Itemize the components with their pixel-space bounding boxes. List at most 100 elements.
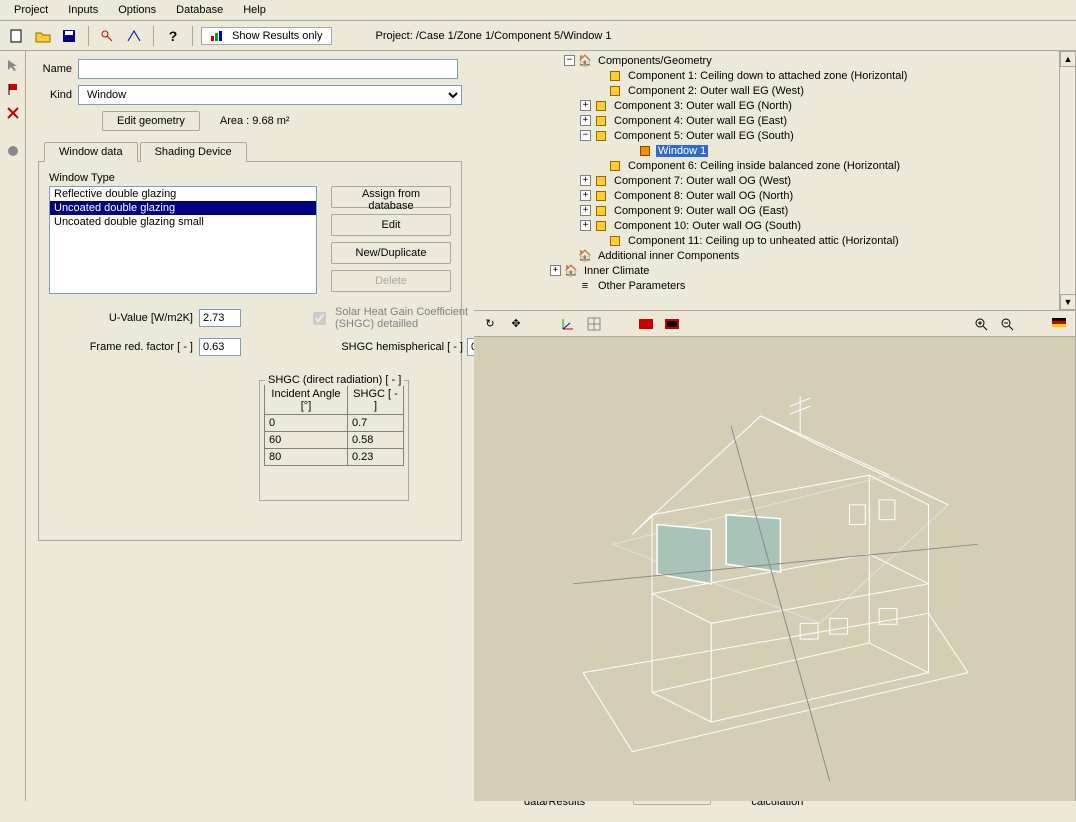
tree-c8[interactable]: Component 8: Outer wall OG (North) [612,190,795,202]
frame-input[interactable] [199,338,241,356]
window-type-list[interactable]: Reflective double glazingUncoated double… [49,186,317,294]
house-icon: 🏠 [578,55,592,67]
tree-c1[interactable]: Component 1: Ceiling down to attached zo… [626,70,909,82]
3d-viewer[interactable] [474,337,1075,801]
shgc-detailed-checkbox[interactable] [313,312,326,325]
window-type-item[interactable]: Uncoated double glazing [50,201,316,215]
lt-select-icon[interactable] [3,55,23,75]
palette-icon[interactable] [1049,315,1069,333]
house-icon: 🏠 [578,250,592,262]
table-row[interactable]: 600.58 [265,432,404,449]
shgc-th-value: SHGC [ - ] [347,386,403,415]
menu-bar: Project Inputs Options Database Help [0,0,1076,21]
uvalue-label: U-Value [W/m2K] [49,312,199,324]
table-row[interactable]: 00.7 [265,415,404,432]
tree-clim[interactable]: Inner Climate [582,265,651,277]
component-icon [594,205,608,217]
shgc-table-title: SHGC (direct radiation) [ - ] [265,374,404,386]
expander-icon[interactable]: − [580,130,591,141]
component-icon [608,70,622,82]
shgc-table[interactable]: Incident Angle [°] SHGC [ - ] 00.7600.58… [264,385,404,466]
uvalue-input[interactable] [199,309,241,327]
window-type-item[interactable]: Uncoated double glazing small [50,215,316,229]
scroll-up-icon[interactable]: ▲ [1060,51,1076,67]
new-file-icon[interactable] [6,26,28,46]
viewer-toolbar: ↻ ✥ [474,311,1075,337]
tree-c4[interactable]: Component 4: Outer wall EG (East) [612,115,789,127]
tree-add[interactable]: Additional inner Components [596,250,741,262]
expander-icon[interactable]: + [550,265,561,276]
menu-help[interactable]: Help [233,2,276,18]
expander-icon[interactable]: + [580,190,591,201]
tab-shading-device[interactable]: Shading Device [140,142,247,162]
table-row[interactable]: 800.23 [265,449,404,466]
tree-other[interactable]: Other Parameters [596,280,687,292]
zoom-out-icon[interactable] [997,315,1017,333]
table-cell: 0.7 [347,415,403,432]
fill-red-icon[interactable] [636,315,656,333]
lt-cross-icon[interactable] [3,103,23,123]
menu-inputs[interactable]: Inputs [58,2,108,18]
lt-flag-icon[interactable] [3,79,23,99]
window-data-tabpage: Window Type Reflective double glazingUnc… [38,161,462,541]
table-cell: 0.58 [347,432,403,449]
expander-icon[interactable]: − [564,55,575,66]
house-icon: 🏠 [564,265,578,277]
save-icon[interactable] [58,26,80,46]
tree-c7[interactable]: Component 7: Outer wall OG (West) [612,175,793,187]
fill-monitor-icon[interactable] [662,315,682,333]
tree-c10[interactable]: Component 10: Outer wall OG (South) [612,220,803,232]
rotate-icon[interactable]: ↻ [480,315,500,333]
move-icon[interactable]: ✥ [506,315,526,333]
edit-button[interactable]: Edit [331,214,451,236]
menu-project[interactable]: Project [4,2,58,18]
expander-icon[interactable]: + [580,220,591,231]
project-path-label: Project: /Case 1/Zone 1/Component 5/Wind… [376,30,612,42]
menu-database[interactable]: Database [166,2,233,18]
axes-icon[interactable] [558,315,578,333]
tree-c5[interactable]: Component 5: Outer wall EG (South) [612,130,796,142]
expander-icon[interactable]: + [580,175,591,186]
edit-geometry-button[interactable]: Edit geometry [102,111,200,131]
help-icon[interactable]: ? [162,26,184,46]
tree-c11[interactable]: Component 11: Ceiling up to unheated att… [626,235,901,247]
component-icon [608,85,622,97]
menu-options[interactable]: Options [108,2,166,18]
window-icon [638,145,652,157]
tree-scrollbar[interactable]: ▲ ▼ [1059,51,1075,310]
expander-icon[interactable]: + [580,100,591,111]
expander-icon[interactable]: + [580,205,591,216]
name-label: Name [38,63,78,75]
tree-c9[interactable]: Component 9: Outer wall OG (East) [612,205,790,217]
kind-select[interactable]: Window [78,85,462,105]
left-tool-strip [0,51,26,801]
tree-root[interactable]: Components/Geometry [596,55,714,67]
expander-icon[interactable]: + [580,115,591,126]
component-icon [594,115,608,127]
viewer-panel: ↻ ✥ [474,311,1076,801]
scroll-down-icon[interactable]: ▼ [1060,294,1076,310]
tree-c2[interactable]: Component 2: Outer wall EG (West) [626,85,806,97]
grid-icon[interactable] [584,315,604,333]
component-icon [594,175,608,187]
show-results-button[interactable]: Show Results only [201,27,332,45]
tree-panel: −🏠Components/Geometry Component 1: Ceili… [474,51,1076,311]
tool-a-icon[interactable] [97,26,119,46]
lt-circle-icon[interactable] [3,141,23,161]
window-type-item[interactable]: Reflective double glazing [50,187,316,201]
delete-button[interactable]: Delete [331,270,451,292]
name-input[interactable] [78,59,458,79]
component-icon [594,130,608,142]
tree-c3[interactable]: Component 3: Outer wall EG (North) [612,100,794,112]
component-tree[interactable]: −🏠Components/Geometry Component 1: Ceili… [474,51,1075,295]
zoom-in-icon[interactable] [971,315,991,333]
tool-b-icon[interactable] [123,26,145,46]
assign-database-button[interactable]: Assign from database [331,186,451,208]
tab-window-data[interactable]: Window data [44,142,138,162]
tree-w1[interactable]: Window 1 [656,145,708,157]
new-duplicate-button[interactable]: New/Duplicate [331,242,451,264]
params-icon: ≡ [578,280,592,292]
open-file-icon[interactable] [32,26,54,46]
tree-c6[interactable]: Component 6: Ceiling inside balanced zon… [626,160,902,172]
component-icon [594,190,608,202]
